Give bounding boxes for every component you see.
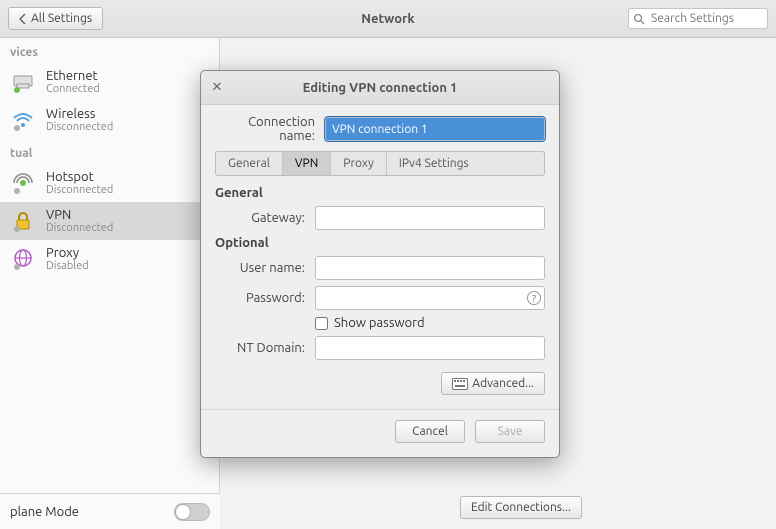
edit-connections-button[interactable]: Edit Connections...	[460, 496, 582, 519]
toolbar: All Settings Network	[0, 0, 776, 38]
ntdomain-label: NT Domain:	[215, 341, 315, 355]
sidebar-item-wireless[interactable]: Wireless Disconnected	[0, 101, 219, 139]
username-input[interactable]	[315, 256, 545, 280]
switch-knob	[175, 504, 191, 520]
group-optional: Optional	[215, 236, 545, 250]
sidebar-item-vpn[interactable]: VPN Disconnected	[0, 202, 219, 240]
tab-vpn[interactable]: VPN	[283, 152, 331, 175]
sidebar-item-sub: Disconnected	[46, 222, 113, 234]
hotspot-icon	[10, 170, 36, 196]
keyboard-icon	[452, 378, 468, 390]
sidebar-item-sub: Connected	[46, 83, 100, 95]
section-virtual: tual	[0, 139, 219, 164]
help-icon[interactable]: ?	[527, 291, 541, 305]
cancel-label: Cancel	[412, 425, 448, 438]
search-wrap	[628, 8, 768, 29]
search-input[interactable]	[628, 8, 768, 29]
sidebar-item-label: VPN	[46, 208, 113, 222]
all-settings-label: All Settings	[31, 12, 92, 25]
password-input[interactable]	[315, 286, 545, 310]
sidebar-item-label: Ethernet	[46, 69, 100, 83]
dialog-titlebar[interactable]: ✕ Editing VPN connection 1	[201, 71, 559, 105]
tab-proxy[interactable]: Proxy	[331, 152, 387, 175]
airplane-mode-label: plane Mode	[10, 505, 79, 519]
save-button[interactable]: Save	[475, 420, 545, 443]
ethernet-icon	[10, 69, 36, 95]
sidebar-item-label: Hotspot	[46, 170, 113, 184]
password-label: Password:	[215, 291, 315, 305]
username-label: User name:	[215, 261, 315, 275]
all-settings-button[interactable]: All Settings	[8, 7, 103, 30]
cancel-button[interactable]: Cancel	[395, 420, 465, 443]
tab-general[interactable]: General	[216, 152, 283, 175]
advanced-button[interactable]: Advanced...	[441, 372, 545, 395]
tab-ipv4[interactable]: IPv4 Settings	[387, 152, 544, 175]
section-devices: vices	[0, 38, 219, 63]
gateway-label: Gateway:	[215, 211, 315, 225]
advanced-label: Advanced...	[472, 377, 534, 390]
conn-name-label: Connection name:	[215, 115, 325, 143]
dialog-edit-vpn: ✕ Editing VPN connection 1 Connection na…	[200, 70, 560, 458]
airplane-toggle[interactable]	[174, 503, 210, 521]
dialog-title: Editing VPN connection 1	[303, 81, 458, 95]
sidebar-item-label: Wireless	[46, 107, 113, 121]
lock-icon	[10, 208, 36, 234]
sidebar-item-sub: Disconnected	[46, 184, 113, 196]
window-title: Network	[361, 12, 414, 26]
sidebar-item-hotspot[interactable]: Hotspot Disconnected	[0, 164, 219, 202]
edit-connections-label: Edit Connections...	[471, 501, 571, 514]
gateway-input[interactable]	[315, 206, 545, 230]
save-label: Save	[498, 425, 523, 438]
globe-icon	[10, 246, 36, 272]
ntdomain-input[interactable]	[315, 336, 545, 360]
search-icon	[633, 13, 645, 25]
airplane-mode-row: plane Mode	[0, 493, 220, 529]
sidebar-item-sub: Disabled	[46, 260, 89, 272]
tabs: General VPN Proxy IPv4 Settings	[215, 151, 545, 176]
sidebar-item-ethernet[interactable]: Ethernet Connected	[0, 63, 219, 101]
chevron-left-icon	[19, 14, 27, 24]
conn-name-input[interactable]	[325, 117, 545, 141]
sidebar: vices Ethernet Connected Wireless Discon…	[0, 38, 220, 529]
sidebar-item-sub: Disconnected	[46, 121, 113, 133]
wifi-icon	[10, 107, 36, 133]
show-password-checkbox[interactable]	[315, 317, 328, 330]
group-general: General	[215, 186, 545, 200]
show-password-label: Show password	[334, 316, 425, 330]
close-icon[interactable]: ✕	[209, 80, 225, 96]
sidebar-item-proxy[interactable]: Proxy Disabled	[0, 240, 219, 278]
sidebar-item-label: Proxy	[46, 246, 89, 260]
